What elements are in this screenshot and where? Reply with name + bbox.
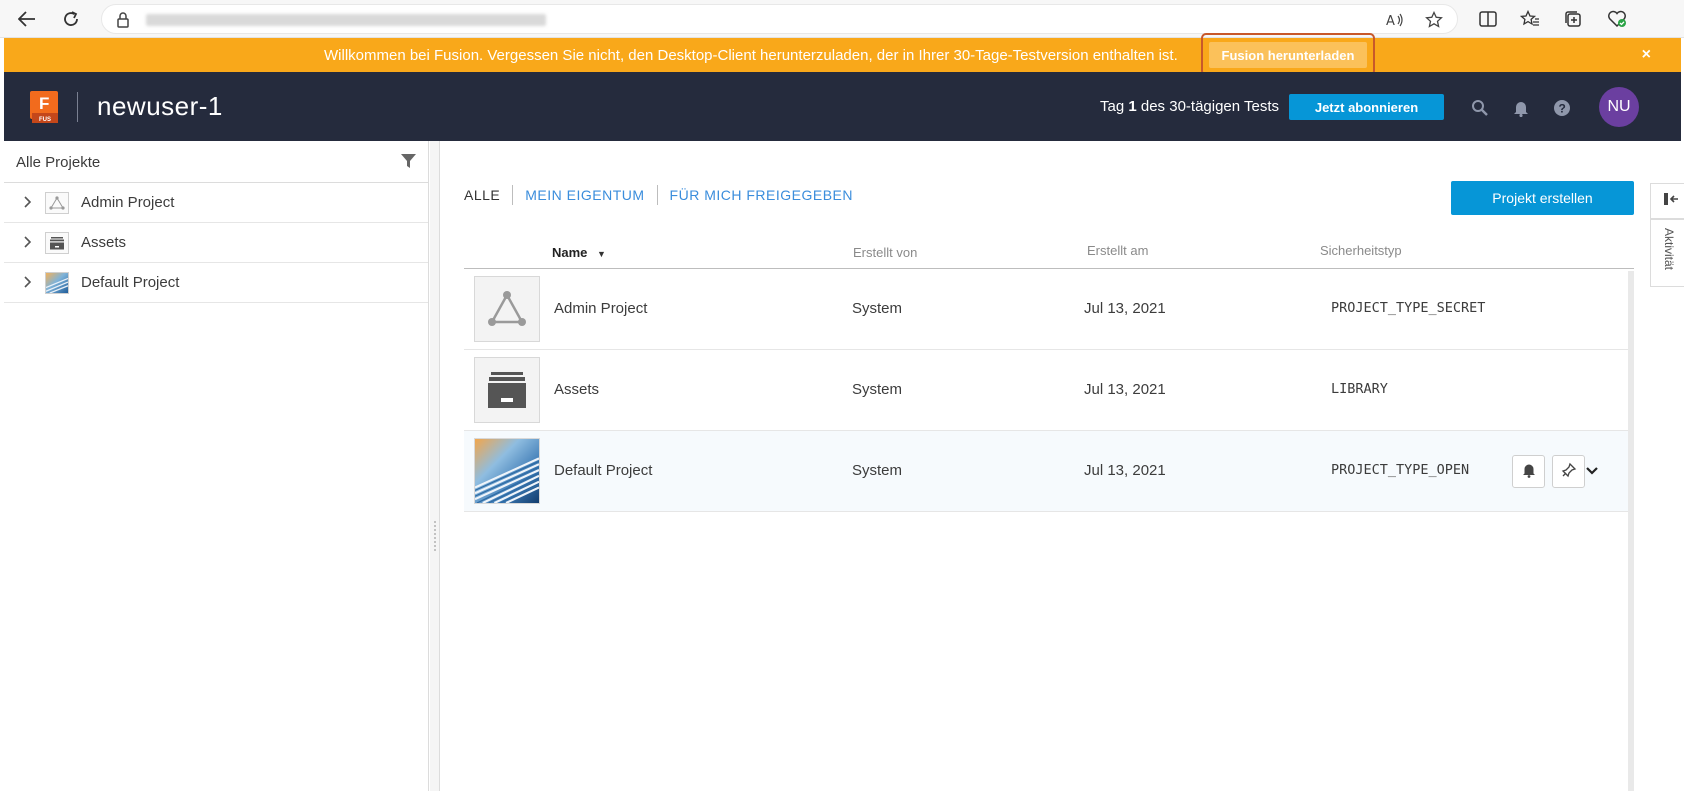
tab-all[interactable]: ALLE bbox=[464, 187, 500, 203]
created-by: System bbox=[852, 300, 903, 317]
triangle-network-icon bbox=[474, 276, 540, 342]
collections-icon[interactable] bbox=[1560, 6, 1586, 32]
unpin-icon bbox=[1561, 462, 1577, 482]
sort-desc-icon[interactable]: ▼ bbox=[597, 249, 606, 259]
activity-tab-label: Aktivität bbox=[1662, 228, 1676, 271]
created-on: Jul 13, 2021 bbox=[1084, 300, 1166, 317]
tab-shared-with-me[interactable]: FÜR MICH FREIGEGEBEN bbox=[670, 187, 853, 203]
bell-icon bbox=[1522, 462, 1536, 482]
fusion-app: Willkommen bei Fusion. Vergessen Sie nic… bbox=[4, 33, 1684, 791]
resizer-handle[interactable] bbox=[434, 521, 436, 551]
favorites-icon[interactable] bbox=[1517, 6, 1543, 32]
projects-main: ALLE MEIN EIGENTUM FÜR MICH FREIGEGEBEN … bbox=[440, 141, 1650, 791]
tab-my-own[interactable]: MEIN EIGENTUM bbox=[525, 187, 644, 203]
table-scrollbar[interactable] bbox=[1628, 271, 1634, 791]
sidebar-header: Alle Projekte bbox=[4, 141, 428, 183]
fusion-logo[interactable]: F FUS bbox=[30, 91, 60, 123]
archive-box-icon bbox=[474, 357, 540, 423]
back-icon[interactable] bbox=[14, 6, 40, 32]
filter-tabs: ALLE MEIN EIGENTUM FÜR MICH FREIGEGEBEN bbox=[464, 185, 853, 205]
projects-sidebar: Alle Projekte Admin Project Assets Defau… bbox=[4, 141, 429, 791]
tab-divider bbox=[512, 185, 514, 205]
created-by: System bbox=[852, 462, 903, 479]
table-header: Name ▼ Erstellt von Erstellt am Sicherhe… bbox=[464, 236, 1634, 269]
chevron-right-icon[interactable] bbox=[24, 236, 32, 251]
created-by: System bbox=[852, 381, 903, 398]
banner-message: Willkommen bei Fusion. Vergessen Sie nic… bbox=[324, 47, 1178, 64]
chevron-right-icon[interactable] bbox=[24, 196, 32, 211]
trial-status: Tag 1 des 30-tägigen Tests bbox=[1100, 98, 1279, 115]
sidebar-item-default-project[interactable]: Default Project bbox=[4, 263, 428, 303]
read-aloud-icon[interactable]: A bbox=[1385, 10, 1405, 30]
collapse-panel-icon bbox=[1663, 192, 1679, 211]
performance-icon[interactable] bbox=[1604, 6, 1630, 32]
refresh-icon[interactable] bbox=[58, 6, 84, 32]
trial-prefix: Tag bbox=[1100, 98, 1125, 115]
trial-day: 1 bbox=[1128, 98, 1137, 115]
svg-text:FUS: FUS bbox=[39, 117, 51, 123]
download-fusion-button[interactable]: Fusion herunterladen bbox=[1209, 42, 1367, 68]
lock-icon[interactable] bbox=[116, 12, 130, 33]
chevron-down-icon[interactable] bbox=[1586, 462, 1598, 479]
create-project-button[interactable]: Projekt erstellen bbox=[1451, 181, 1634, 215]
sidebar-title: Alle Projekte bbox=[16, 154, 101, 171]
table-row[interactable]: Default Project System Jul 13, 2021 PROJ… bbox=[464, 431, 1634, 512]
archive-box-icon bbox=[45, 232, 69, 254]
pin-button[interactable] bbox=[1552, 455, 1585, 488]
search-icon[interactable] bbox=[1469, 97, 1491, 119]
sidebar-item-label: Admin Project bbox=[81, 194, 175, 211]
created-on: Jul 13, 2021 bbox=[1084, 462, 1166, 479]
created-on: Jul 13, 2021 bbox=[1084, 381, 1166, 398]
url-text bbox=[146, 14, 546, 26]
address-bar[interactable]: A bbox=[101, 4, 1458, 34]
tab-divider bbox=[656, 185, 658, 205]
split-screen-icon[interactable] bbox=[1475, 6, 1501, 32]
column-security-header[interactable]: Sicherheitstyp bbox=[1320, 243, 1402, 258]
subscribe-button[interactable]: Jetzt abonnieren bbox=[1289, 94, 1444, 120]
welcome-banner: Willkommen bei Fusion. Vergessen Sie nic… bbox=[4, 33, 1681, 76]
app-header: F FUS newuser-1 Tag 1 des 30-tägigen Tes… bbox=[4, 72, 1681, 141]
image-thumbnail-icon bbox=[45, 272, 69, 294]
chevron-right-icon[interactable] bbox=[24, 276, 32, 291]
sidebar-item-label: Assets bbox=[81, 234, 127, 251]
svg-text:A: A bbox=[1386, 14, 1395, 27]
project-name[interactable]: Default Project bbox=[554, 462, 652, 479]
column-name-label: Name bbox=[552, 245, 588, 260]
project-name[interactable]: Admin Project bbox=[554, 300, 647, 317]
projects-table: Name ▼ Erstellt von Erstellt am Sicherhe… bbox=[464, 236, 1634, 512]
notify-bell-button[interactable] bbox=[1512, 455, 1545, 488]
avatar[interactable]: NU bbox=[1599, 87, 1639, 127]
collapse-panel-button[interactable] bbox=[1650, 183, 1684, 219]
svg-text:?: ? bbox=[1559, 102, 1566, 116]
panel-resizer[interactable] bbox=[430, 141, 440, 791]
svg-text:F: F bbox=[39, 94, 49, 113]
image-thumbnail-icon bbox=[474, 438, 540, 504]
table-row[interactable]: Assets System Jul 13, 2021 LIBRARY bbox=[464, 350, 1634, 431]
table-row[interactable]: Admin Project System Jul 13, 2021 PROJEC… bbox=[464, 269, 1634, 350]
triangle-network-icon bbox=[45, 192, 69, 214]
sidebar-item-label: Default Project bbox=[81, 274, 180, 291]
security-type: PROJECT_TYPE_OPEN bbox=[1331, 462, 1470, 478]
sidebar-item-assets[interactable]: Assets bbox=[4, 223, 428, 263]
security-type: PROJECT_TYPE_SECRET bbox=[1331, 300, 1486, 316]
column-created-by-header[interactable]: Erstellt von bbox=[853, 245, 917, 260]
close-banner-icon[interactable]: × bbox=[1642, 46, 1651, 64]
column-name-header[interactable]: Name ▼ bbox=[552, 245, 606, 260]
favorite-icon[interactable] bbox=[1424, 10, 1444, 30]
column-created-on-header[interactable]: Erstellt am bbox=[1087, 243, 1148, 258]
user-hub-title: newuser-1 bbox=[97, 91, 223, 121]
right-rail: Aktivität bbox=[1650, 141, 1684, 791]
trial-suffix: des 30-tägigen Tests bbox=[1140, 98, 1280, 115]
filter-icon[interactable] bbox=[401, 154, 416, 173]
sidebar-item-admin-project[interactable]: Admin Project bbox=[4, 183, 428, 223]
project-name[interactable]: Assets bbox=[554, 381, 599, 398]
logo-divider bbox=[77, 92, 78, 122]
browser-toolbar: A bbox=[0, 0, 1684, 38]
activity-tab[interactable]: Aktivität bbox=[1650, 219, 1684, 287]
security-type: LIBRARY bbox=[1331, 381, 1388, 397]
notifications-bell-icon[interactable] bbox=[1510, 97, 1532, 119]
help-icon[interactable]: ? bbox=[1551, 97, 1573, 119]
